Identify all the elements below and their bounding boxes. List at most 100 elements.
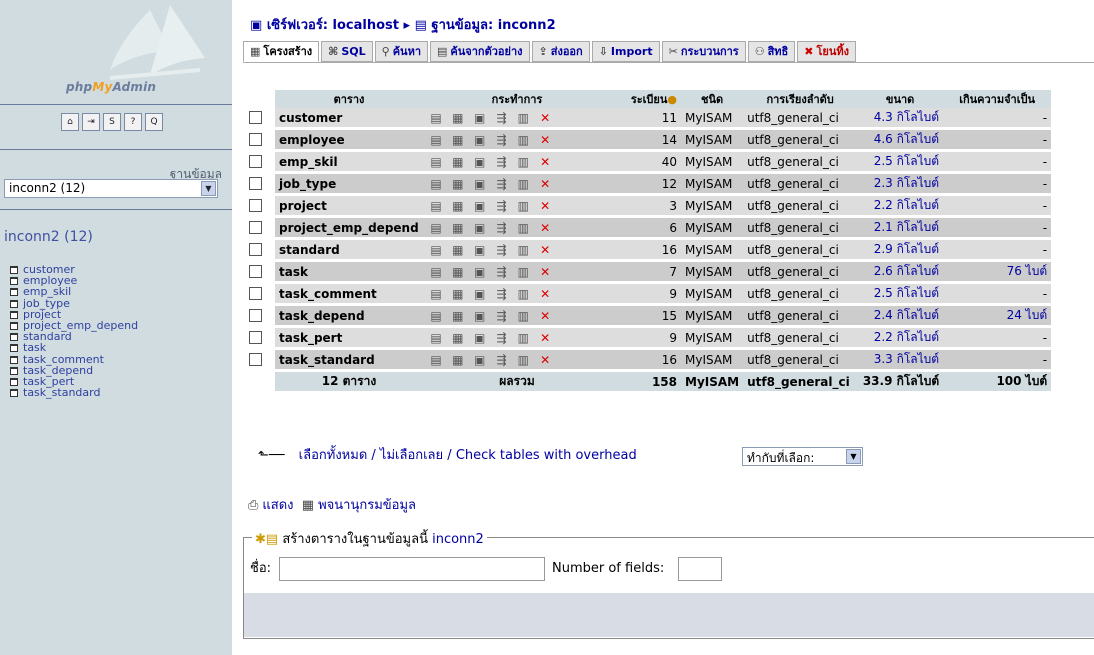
tab-search[interactable]: ⚲ ค้นหา	[374, 41, 429, 62]
structure-icon[interactable]: ▦	[449, 331, 467, 345]
structure-icon[interactable]: ▦	[449, 265, 467, 279]
table-icon[interactable]	[10, 288, 18, 297]
empty-icon[interactable]: ▥	[514, 111, 532, 125]
table-size-link[interactable]: 2.9 กิโลไบต์	[874, 242, 939, 256]
empty-icon[interactable]: ▥	[514, 287, 532, 301]
browse-icon[interactable]: ▤	[427, 265, 445, 279]
table-icon[interactable]	[10, 299, 18, 308]
structure-icon[interactable]: ▦	[449, 133, 467, 147]
table-icon[interactable]	[10, 389, 18, 398]
search-icon[interactable]: ▣	[471, 199, 489, 213]
table-size-link[interactable]: 2.2 กิโลไบต์	[874, 198, 939, 212]
table-icon[interactable]	[10, 344, 18, 353]
docs-icon[interactable]: ?	[124, 113, 142, 131]
table-icon[interactable]	[10, 355, 18, 364]
browse-icon[interactable]: ▤	[427, 177, 445, 191]
table-icon[interactable]	[10, 277, 18, 286]
table-name[interactable]: task_standard	[275, 348, 423, 372]
row-checkbox[interactable]	[249, 331, 262, 344]
drop-icon[interactable]: ✕	[536, 155, 554, 169]
table-icon[interactable]	[10, 310, 18, 319]
number-of-fields-input[interactable]	[678, 557, 722, 581]
row-checkbox[interactable]	[249, 287, 262, 300]
header-size[interactable]: ขนาด	[857, 90, 944, 108]
insert-icon[interactable]: ⇶	[492, 243, 510, 257]
header-type[interactable]: ชนิด	[681, 90, 744, 108]
sql-icon[interactable]: S	[103, 113, 121, 131]
table-size-link[interactable]: 2.2 กิโลไบต์	[874, 330, 939, 344]
row-checkbox[interactable]	[249, 353, 262, 366]
table-name[interactable]: job_type	[275, 172, 423, 196]
table-icon[interactable]	[10, 377, 18, 386]
empty-icon[interactable]: ▥	[514, 199, 532, 213]
structure-icon[interactable]: ▦	[449, 111, 467, 125]
current-database-name[interactable]: inconn2 (12)	[4, 229, 93, 245]
table-name[interactable]: project	[275, 194, 423, 218]
empty-icon[interactable]: ▥	[514, 155, 532, 169]
header-records[interactable]: ระเบียน●	[611, 90, 681, 108]
insert-icon[interactable]: ⇶	[492, 133, 510, 147]
tab-privileges[interactable]: ⚇ สิทธิ	[747, 41, 796, 62]
browse-icon[interactable]: ▤	[427, 309, 445, 323]
breadcrumb-database[interactable]: ฐานข้อมูล: inconn2	[431, 18, 555, 33]
drop-icon[interactable]: ✕	[536, 265, 554, 279]
insert-icon[interactable]: ⇶	[492, 221, 510, 235]
insert-icon[interactable]: ⇶	[492, 265, 510, 279]
header-collation[interactable]: การเรียงลำดับ	[743, 90, 858, 108]
insert-icon[interactable]: ⇶	[492, 199, 510, 213]
table-name[interactable]: customer	[275, 108, 423, 130]
search-icon[interactable]: ▣	[471, 309, 489, 323]
table-size-link[interactable]: 4.6 กิโลไบต์	[874, 132, 939, 146]
insert-icon[interactable]: ⇶	[492, 177, 510, 191]
structure-icon[interactable]: ▦	[449, 353, 467, 367]
table-icon[interactable]	[10, 333, 18, 342]
structure-icon[interactable]: ▦	[449, 155, 467, 169]
table-icon[interactable]	[10, 321, 18, 330]
tab-import[interactable]: ⇩ Import	[591, 41, 660, 62]
browse-icon[interactable]: ▤	[427, 133, 445, 147]
empty-icon[interactable]: ▥	[514, 265, 532, 279]
table-size-link[interactable]: 4.3 กิโลไบต์	[874, 110, 939, 124]
table-name[interactable]: task_depend	[275, 304, 423, 328]
row-checkbox[interactable]	[249, 199, 262, 212]
table-size-link[interactable]: 2.4 กิโลไบต์	[874, 308, 939, 322]
sidebar-item-task_standard[interactable]: task_standard	[10, 387, 138, 398]
table-name[interactable]: task	[275, 260, 423, 284]
table-name-input[interactable]	[279, 557, 545, 581]
insert-icon[interactable]: ⇶	[492, 331, 510, 345]
search-icon[interactable]: ▣	[471, 111, 489, 125]
structure-icon[interactable]: ▦	[449, 177, 467, 191]
table-size-link[interactable]: 2.1 กิโลไบต์	[874, 220, 939, 234]
table-size-link[interactable]: 2.3 กิโลไบต์	[874, 176, 939, 190]
drop-icon[interactable]: ✕	[536, 243, 554, 257]
table-size-link[interactable]: 3.3 กิโลไบต์	[874, 352, 939, 366]
insert-icon[interactable]: ⇶	[492, 287, 510, 301]
header-table[interactable]: ตาราง	[275, 90, 423, 108]
insert-icon[interactable]: ⇶	[492, 353, 510, 367]
tab-operations[interactable]: ✂ กระบวนการ	[661, 41, 746, 62]
row-checkbox[interactable]	[249, 265, 262, 278]
print-view-link[interactable]: แสดง	[262, 498, 293, 513]
tab-sql[interactable]: ⌘ SQL	[321, 41, 373, 62]
phpmyadmin-logo[interactable]: phpMyAdmin	[0, 0, 232, 104]
empty-icon[interactable]: ▥	[514, 221, 532, 235]
drop-icon[interactable]: ✕	[536, 309, 554, 323]
search-icon[interactable]: ▣	[471, 177, 489, 191]
empty-icon[interactable]: ▥	[514, 177, 532, 191]
drop-icon[interactable]: ✕	[536, 133, 554, 147]
row-checkbox[interactable]	[249, 221, 262, 234]
check-all-link[interactable]: เลือกทั้งหมด	[299, 448, 368, 463]
sql-query-icon[interactable]: Q	[145, 113, 163, 131]
row-checkbox[interactable]	[249, 309, 262, 322]
tab-structure[interactable]: ▦ โครงสร้าง	[243, 41, 320, 62]
empty-icon[interactable]: ▥	[514, 309, 532, 323]
create-table-db-link[interactable]: inconn2	[432, 532, 484, 547]
search-icon[interactable]: ▣	[471, 155, 489, 169]
drop-icon[interactable]: ✕	[536, 199, 554, 213]
table-size-link[interactable]: 2.5 กิโลไบต์	[874, 154, 939, 168]
data-dictionary-link[interactable]: พจนานุกรมข้อมูล	[318, 498, 416, 513]
browse-icon[interactable]: ▤	[427, 199, 445, 213]
table-size-link[interactable]: 2.5 กิโลไบต์	[874, 286, 939, 300]
browse-icon[interactable]: ▤	[427, 243, 445, 257]
uncheck-all-link[interactable]: ไม่เลือกเลย	[380, 448, 443, 463]
